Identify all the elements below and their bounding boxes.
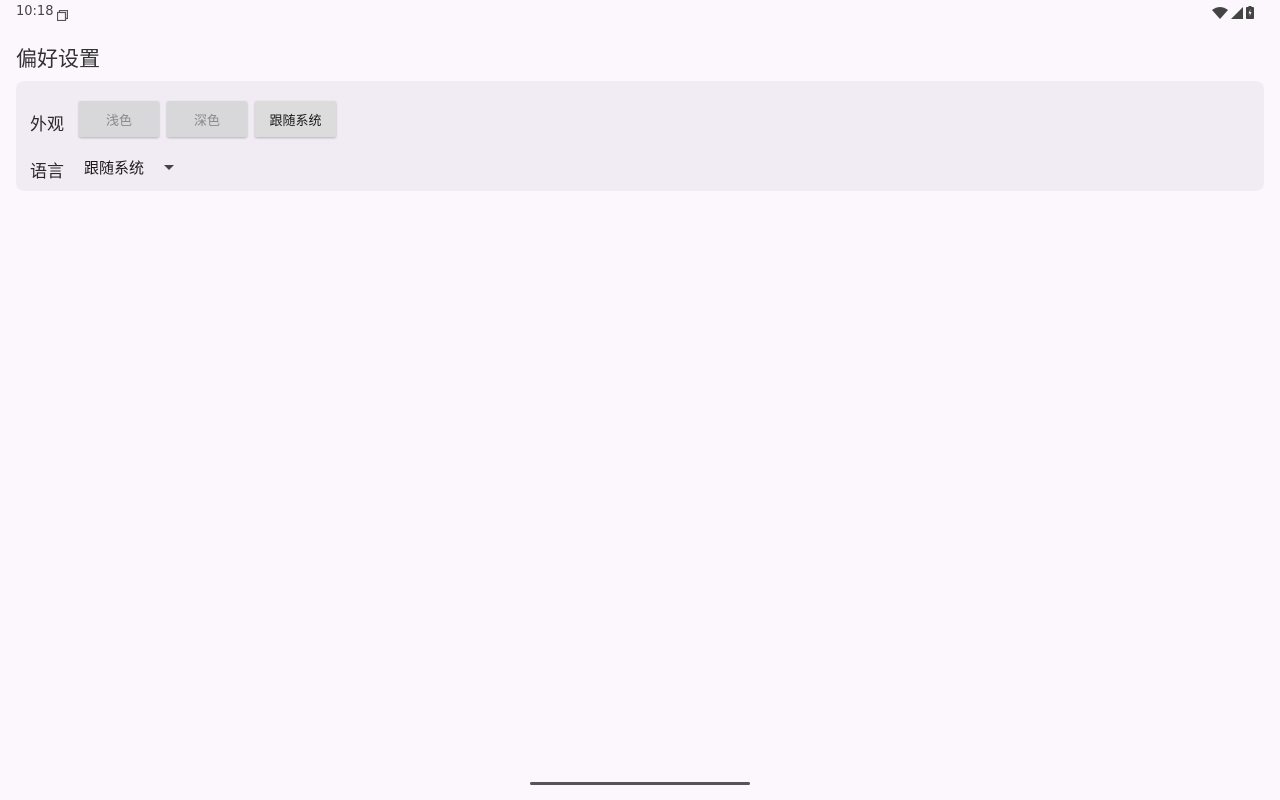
notification-icon <box>56 6 69 22</box>
status-bar: 10:18 <box>0 0 1280 24</box>
language-label: 语言 <box>30 162 64 182</box>
preferences-card: 外观 浅色 深色 跟随系统 语言 跟随系统 <box>16 81 1264 191</box>
language-selected-value: 跟随系统 <box>84 158 145 177</box>
battery-icon <box>1246 4 1254 23</box>
theme-dark-button[interactable]: 深色 <box>167 101 247 137</box>
page-title: 偏好设置 <box>16 47 100 71</box>
dropdown-arrow-icon <box>164 164 175 170</box>
cellular-signal-icon <box>1231 4 1243 23</box>
theme-light-button[interactable]: 浅色 <box>79 101 159 137</box>
appearance-label: 外观 <box>30 115 64 135</box>
status-time: 10:18 <box>16 4 54 19</box>
theme-system-button[interactable]: 跟随系统 <box>255 101 336 137</box>
wifi-icon <box>1212 4 1228 23</box>
language-dropdown[interactable]: 跟随系统 <box>84 153 175 181</box>
home-indicator[interactable] <box>530 782 750 785</box>
